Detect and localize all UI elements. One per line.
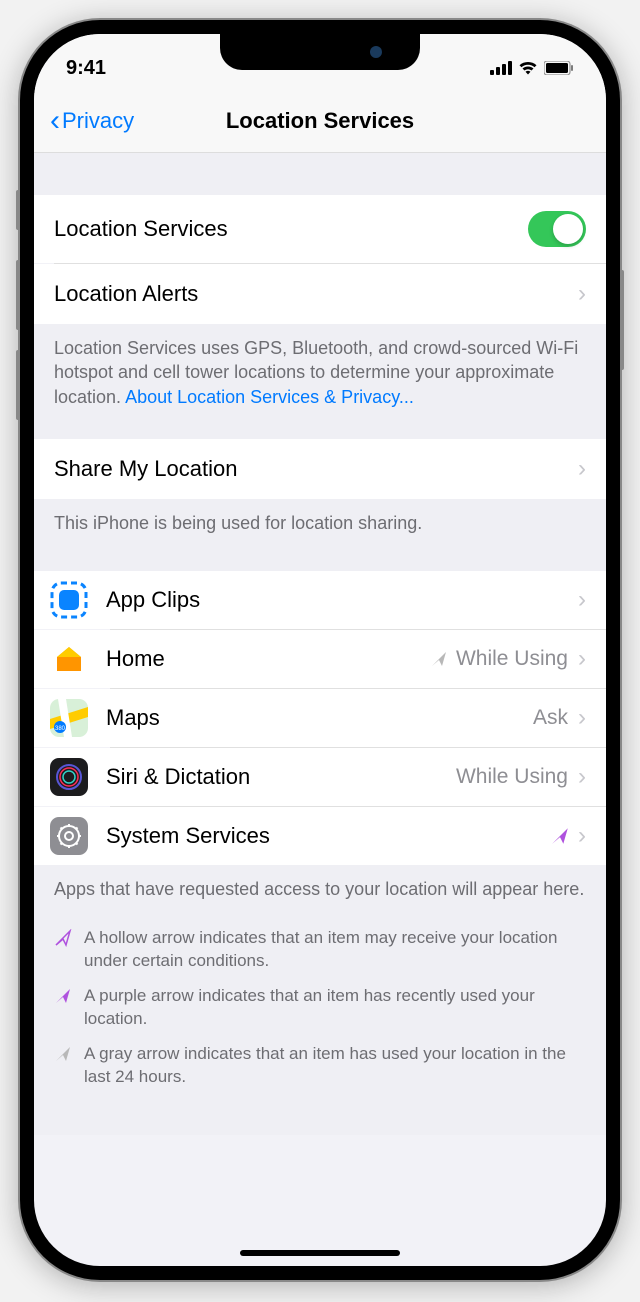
chevron-left-icon: ‹	[50, 104, 60, 138]
phone-frame: 9:41 ‹ Privacy Location Services Locatio…	[20, 20, 620, 1280]
legend-row-purple: A purple arrow indicates that an item ha…	[34, 979, 606, 1037]
home-indicator[interactable]	[240, 1250, 400, 1256]
home-icon	[50, 640, 88, 678]
location-arrow-hollow-icon	[54, 927, 84, 973]
app-label: Siri & Dictation	[106, 764, 456, 790]
app-value: While Using	[456, 765, 568, 789]
siri-icon	[50, 758, 88, 796]
chevron-right-icon: ›	[578, 586, 586, 614]
legend-row-gray: A gray arrow indicates that an item has …	[34, 1037, 606, 1095]
app-row-app-clips[interactable]: App Clips ›	[34, 571, 606, 629]
app-clips-icon	[50, 581, 88, 619]
status-icons	[490, 61, 574, 75]
app-label: Maps	[106, 705, 533, 731]
maps-icon: 380	[50, 699, 88, 737]
status-time: 9:41	[66, 57, 106, 80]
app-row-siri[interactable]: Siri & Dictation While Using ›	[34, 748, 606, 806]
app-value: While Using	[456, 647, 568, 671]
phone-screen: 9:41 ‹ Privacy Location Services Locatio…	[34, 34, 606, 1266]
share-description-footer: This iPhone is being used for location s…	[34, 499, 606, 547]
chevron-right-icon: ›	[578, 455, 586, 483]
notch	[220, 34, 420, 70]
navigation-bar: ‹ Privacy Location Services	[34, 90, 606, 153]
location-alerts-row[interactable]: Location Alerts ›	[34, 264, 606, 324]
app-label: App Clips	[106, 587, 578, 613]
location-services-label: Location Services	[54, 216, 528, 242]
app-row-home[interactable]: Home While Using ›	[34, 630, 606, 688]
location-services-toggle[interactable]	[528, 211, 586, 247]
legend-row-hollow: A hollow arrow indicates that an item ma…	[34, 921, 606, 979]
app-value: Ask	[533, 706, 568, 730]
legend-text: A hollow arrow indicates that an item ma…	[84, 927, 586, 973]
apps-description-footer: Apps that have requested access to your …	[34, 865, 606, 913]
content-area[interactable]: Location Services Location Alerts › Loca…	[34, 153, 606, 1135]
back-label: Privacy	[62, 108, 134, 134]
app-row-maps[interactable]: 380 Maps Ask ›	[34, 689, 606, 747]
cellular-icon	[490, 61, 512, 75]
share-my-location-row[interactable]: Share My Location ›	[34, 439, 606, 499]
svg-text:380: 380	[55, 726, 66, 732]
chevron-right-icon: ›	[578, 645, 586, 673]
legend-text: A gray arrow indicates that an item has …	[84, 1043, 586, 1089]
chevron-right-icon: ›	[578, 822, 586, 850]
battery-icon	[544, 61, 574, 75]
chevron-right-icon: ›	[578, 280, 586, 308]
app-label: System Services	[106, 823, 550, 849]
location-description-footer: Location Services uses GPS, Bluetooth, a…	[34, 324, 606, 421]
app-label: Home	[106, 646, 430, 672]
back-button[interactable]: ‹ Privacy	[50, 104, 134, 138]
system-services-icon	[50, 817, 88, 855]
share-my-location-label: Share My Location	[54, 456, 578, 482]
location-arrow-gray-icon	[54, 1043, 84, 1089]
chevron-right-icon: ›	[578, 704, 586, 732]
location-arrow-purple-icon	[550, 826, 570, 846]
location-services-row: Location Services	[34, 195, 606, 263]
location-arrow-purple-icon	[54, 985, 84, 1031]
location-arrow-gray-icon	[430, 650, 448, 668]
page-title: Location Services	[226, 108, 414, 134]
wifi-icon	[518, 61, 538, 75]
legend-text: A purple arrow indicates that an item ha…	[84, 985, 586, 1031]
about-location-link[interactable]: About Location Services & Privacy...	[125, 387, 414, 407]
app-row-system-services[interactable]: System Services ›	[34, 807, 606, 865]
chevron-right-icon: ›	[578, 763, 586, 791]
location-alerts-label: Location Alerts	[54, 281, 578, 307]
